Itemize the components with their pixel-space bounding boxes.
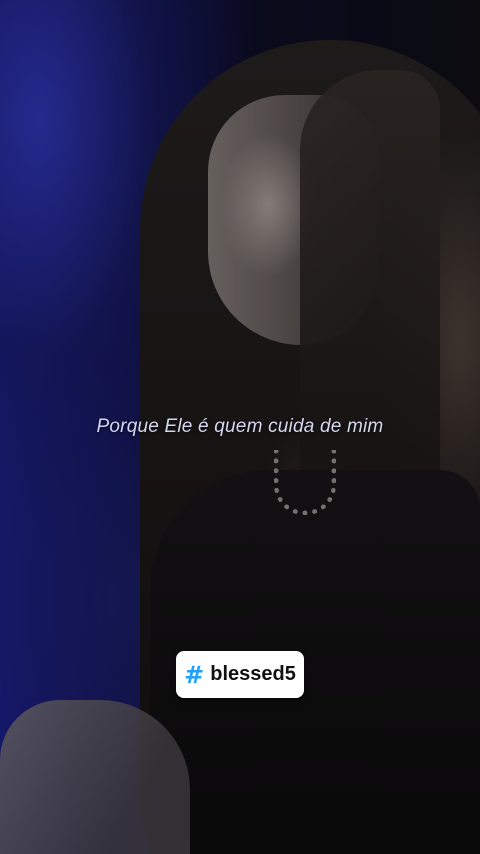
necklace (274, 450, 336, 515)
video-frame[interactable]: Porque Ele é quem cuida de mim # blessed… (0, 0, 480, 854)
hashtag-label: blessed5 (210, 663, 296, 685)
hashtag-sticker[interactable]: # blessed5 (176, 651, 304, 698)
hash-icon: # (184, 660, 205, 689)
lyric-caption: Porque Ele é quem cuida de mim (96, 416, 384, 437)
